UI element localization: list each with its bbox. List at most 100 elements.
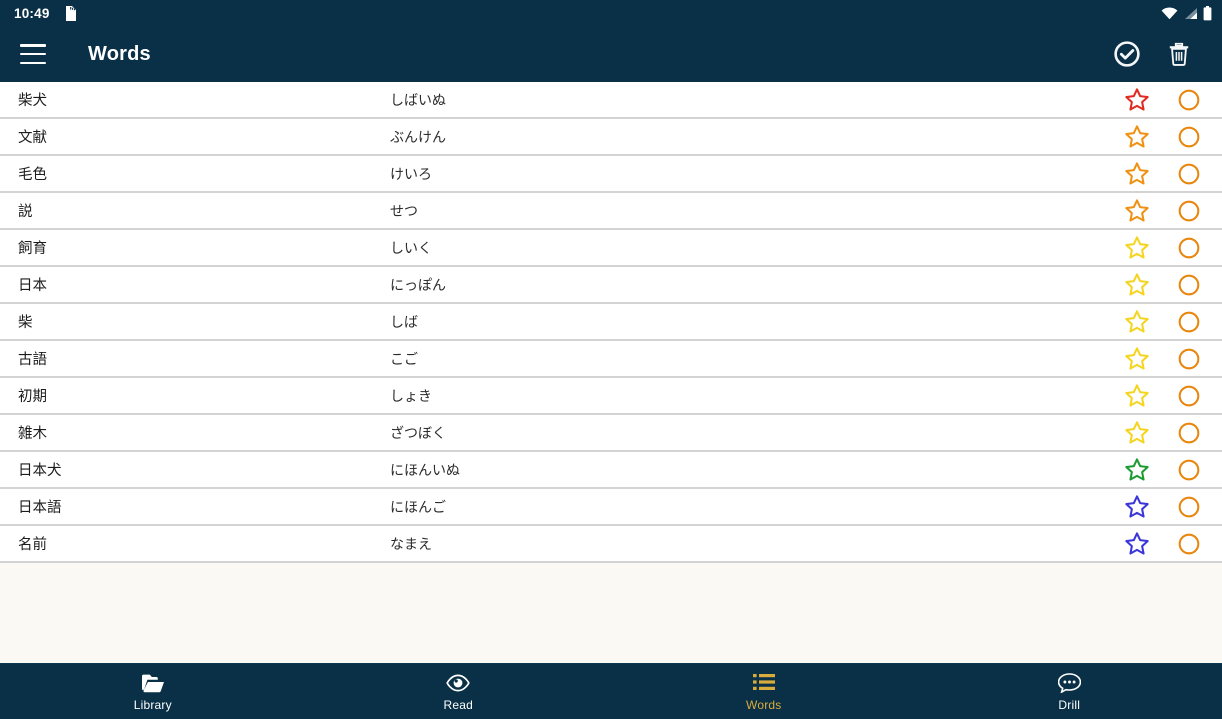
star-icon[interactable] (1124, 161, 1150, 187)
table-row[interactable]: 柴 しば (0, 304, 1222, 341)
table-row[interactable]: 日本犬 にほんいぬ (0, 452, 1222, 489)
star-icon[interactable] (1124, 272, 1150, 298)
circle-status-icon[interactable] (1176, 457, 1202, 483)
circle-status-icon[interactable] (1176, 272, 1202, 298)
hamburger-bar (20, 44, 46, 47)
row-status-icons (1118, 198, 1222, 224)
word-term: 日本語 (18, 500, 62, 516)
hamburger-bar (20, 52, 46, 56)
word-term: 文献 (18, 130, 47, 146)
nav-item-label: Words (746, 697, 782, 712)
word-reading: ぶんけん (390, 129, 446, 146)
table-row[interactable]: 雑木 ざつぼく (0, 415, 1222, 452)
circle-status-icon[interactable] (1176, 383, 1202, 409)
row-status-icons (1118, 346, 1222, 372)
circle-status-icon[interactable] (1176, 161, 1202, 187)
circle-status-icon[interactable] (1176, 87, 1202, 113)
check-circle-icon[interactable] (1114, 41, 1140, 67)
word-reading: こご (390, 351, 418, 368)
word-reading: せつ (390, 203, 418, 220)
word-reading: ざつぼく (390, 425, 446, 442)
word-reading: しば (390, 314, 418, 331)
list-icon (752, 672, 775, 694)
hamburger-menu-icon[interactable] (20, 44, 46, 64)
nav-item-label: Library (133, 697, 172, 712)
row-status-icons (1118, 309, 1222, 335)
nav-item-read[interactable]: Read (306, 664, 612, 719)
word-term: 古語 (18, 352, 47, 368)
table-row[interactable]: 飼育 しいく (0, 230, 1222, 267)
nav-item-label: Read (443, 697, 473, 712)
table-row[interactable]: 柴犬 しばいぬ (0, 82, 1222, 119)
word-reading: けいろ (390, 166, 432, 183)
circle-status-icon[interactable] (1176, 124, 1202, 150)
cellular-signal-icon (1185, 7, 1197, 19)
word-term: 毛色 (18, 167, 47, 183)
nav-item-words[interactable]: Words (611, 664, 917, 719)
table-row[interactable]: 日本 にっぽん (0, 267, 1222, 304)
circle-status-icon[interactable] (1176, 235, 1202, 261)
status-system-icons (1161, 5, 1212, 21)
table-row[interactable]: 説 せつ (0, 193, 1222, 230)
wifi-icon (1161, 6, 1178, 19)
star-icon[interactable] (1124, 383, 1150, 409)
sd-card-icon (65, 5, 76, 21)
star-icon[interactable] (1124, 87, 1150, 113)
app-root: 10:49 Words 柴犬 しばいぬ 文献 ぶんけん 毛色 けいろ 説 せつ … (0, 0, 1222, 719)
word-reading: にほんご (390, 499, 446, 516)
status-notification-icons (64, 5, 77, 21)
status-time: 10:49 (14, 5, 50, 21)
hamburger-bar (20, 61, 46, 64)
table-row[interactable]: 毛色 けいろ (0, 156, 1222, 193)
table-row[interactable]: 文献 ぶんけん (0, 119, 1222, 156)
app-bar: Words (0, 26, 1222, 82)
word-term: 柴 (18, 315, 33, 331)
word-term: 柴犬 (18, 93, 47, 109)
circle-status-icon[interactable] (1176, 531, 1202, 557)
star-icon[interactable] (1124, 531, 1150, 557)
table-row[interactable]: 古語 こご (0, 341, 1222, 378)
word-reading: にほんいぬ (390, 462, 460, 479)
star-icon[interactable] (1124, 494, 1150, 520)
row-status-icons (1118, 235, 1222, 261)
word-list: 柴犬 しばいぬ文献 ぶんけん毛色 けいろ説 せつ 飼育 しいく日本 にっぽん柴 しば古語 こご初期… (0, 82, 1222, 663)
word-reading: しょき (390, 388, 432, 405)
circle-status-icon[interactable] (1176, 494, 1202, 520)
app-bar-actions (1114, 41, 1208, 67)
table-row[interactable]: 初期 しょき (0, 378, 1222, 415)
battery-icon (1203, 5, 1212, 20)
trash-icon[interactable] (1166, 41, 1192, 67)
word-reading: にっぽん (390, 277, 446, 294)
table-row[interactable]: 名前 なまえ (0, 526, 1222, 563)
row-status-icons (1118, 531, 1222, 557)
list-empty-area (0, 563, 1222, 663)
eye-icon (446, 672, 471, 694)
folder-open-icon (141, 672, 165, 694)
circle-status-icon[interactable] (1176, 346, 1202, 372)
star-icon[interactable] (1124, 198, 1150, 224)
star-icon[interactable] (1124, 420, 1150, 446)
row-status-icons (1118, 420, 1222, 446)
speech-bubble-icon (1057, 672, 1081, 694)
word-reading: なまえ (390, 536, 432, 553)
nav-item-label: Drill (1058, 697, 1081, 712)
star-icon[interactable] (1124, 346, 1150, 372)
star-icon[interactable] (1124, 235, 1150, 261)
word-term: 名前 (18, 537, 47, 553)
star-icon[interactable] (1124, 124, 1150, 150)
row-status-icons (1118, 457, 1222, 483)
word-term: 日本 (18, 278, 47, 294)
circle-status-icon[interactable] (1176, 309, 1202, 335)
star-icon[interactable] (1124, 457, 1150, 483)
nav-item-drill[interactable]: Drill (917, 664, 1222, 719)
row-status-icons (1118, 494, 1222, 520)
page-title: Words (88, 42, 151, 65)
circle-status-icon[interactable] (1176, 420, 1202, 446)
status-bar: 10:49 (0, 0, 1222, 26)
nav-item-library[interactable]: Library (0, 664, 306, 719)
word-term: 雑木 (18, 426, 47, 442)
star-icon[interactable] (1124, 309, 1150, 335)
circle-status-icon[interactable] (1176, 198, 1202, 224)
word-reading: しいく (390, 240, 432, 257)
table-row[interactable]: 日本語 にほんご (0, 489, 1222, 526)
